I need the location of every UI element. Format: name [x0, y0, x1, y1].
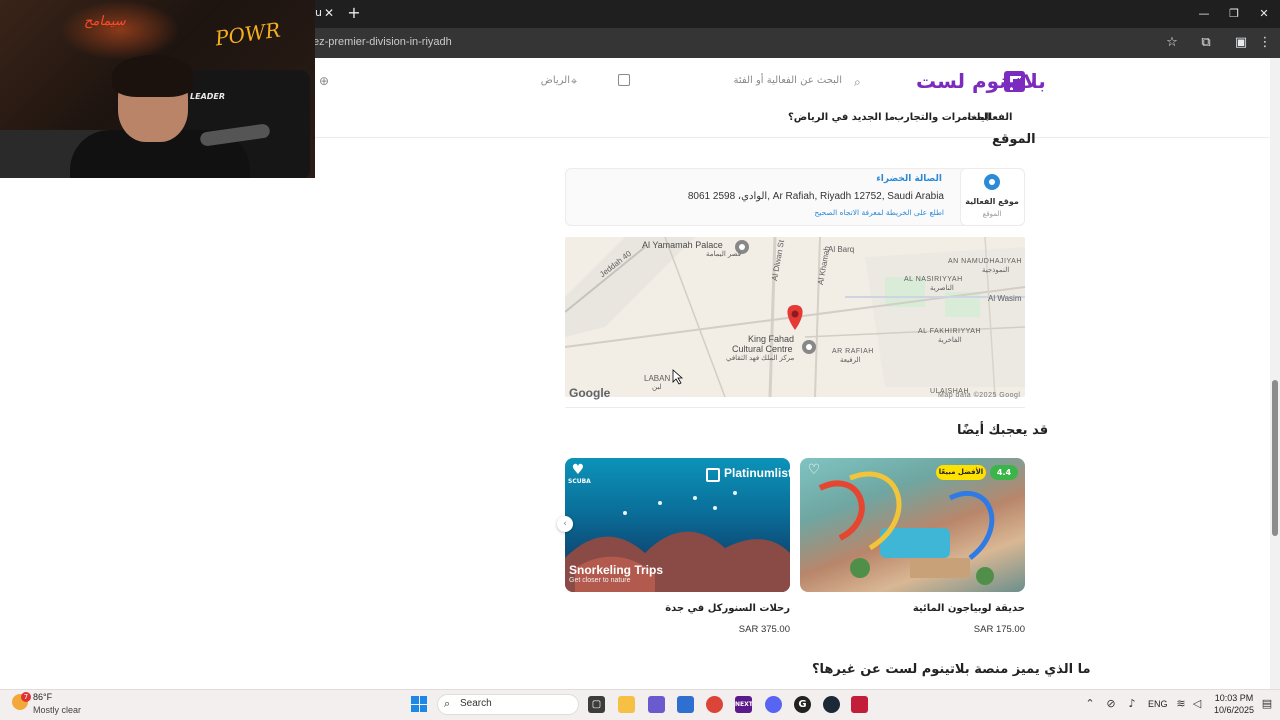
taskbar-search-label: Search	[460, 698, 492, 709]
venue-badge-sub: الموقع	[982, 210, 1002, 218]
chevron-up-icon[interactable]: ⌃	[1083, 697, 1097, 711]
taskbar-clock[interactable]: 10:03 PM 10/6/2025	[1212, 692, 1256, 716]
map-label: AL FAKHIRIYYAH	[918, 328, 982, 335]
scrollbar[interactable]	[1270, 58, 1280, 689]
scrollbar-thumb[interactable]	[1272, 380, 1278, 536]
scuba-label: SCUBA	[568, 478, 591, 485]
map-label: النموذجية	[982, 267, 1010, 274]
search-icon[interactable]: ⌕	[854, 75, 861, 90]
discord-icon[interactable]	[765, 696, 782, 713]
site-logo[interactable]: بلاتينوم لست	[916, 69, 1046, 93]
notification-icon[interactable]: ▤	[1260, 697, 1274, 711]
webcam-chair-brand: LEADER	[190, 92, 226, 101]
nav-adventures[interactable]: المغامرات والتجارب	[894, 112, 991, 123]
globe-icon[interactable]: ⊕	[319, 74, 329, 88]
extensions-icon[interactable]: ⧉	[1197, 35, 1215, 51]
store-icon[interactable]	[677, 696, 694, 713]
map-label: AL NASIRIYYAH	[904, 276, 963, 283]
steam-icon[interactable]	[823, 696, 840, 713]
start-button[interactable]	[411, 696, 427, 712]
map-label: King Fahad	[748, 334, 795, 344]
card-price: SAR 175.00	[973, 624, 1025, 635]
location-title: الموقع	[992, 132, 1036, 147]
location-pin-icon: ⌖	[571, 75, 578, 88]
directions-link[interactable]: اطلع على الخريطة لمعرفة الاتجاه الصحيح	[740, 208, 944, 217]
venue-badge-title: موقع الفعالية	[965, 197, 1019, 206]
divider	[565, 407, 1025, 408]
card-price: SAR 375.00	[738, 624, 790, 635]
map-label: Cultural Centre	[732, 344, 793, 354]
webcam-neon-sign-small: سيمامح	[84, 14, 126, 29]
venue-address: 8061 الوادي، 2598, Ar Rafiah, Riyadh 127…	[687, 191, 944, 202]
location-dot-icon	[984, 174, 1000, 190]
card-title[interactable]: حديقة لوبياجون المائية	[800, 603, 1025, 614]
rating-badge: 4.4	[990, 465, 1018, 480]
profile-icon[interactable]: ▣	[1232, 35, 1250, 51]
webcam-person-hair	[112, 55, 194, 97]
recommend-title: قد يعجبك أيضًا	[957, 423, 1049, 438]
city-selector[interactable]: الرياض	[520, 75, 570, 86]
heart-icon[interactable]: ♡	[806, 462, 822, 478]
next-app-icon[interactable]: NEXT	[735, 696, 753, 713]
star-icon[interactable]: ☆	[1163, 35, 1181, 51]
app-x-icon[interactable]	[851, 696, 868, 713]
map-label: Al Wasim	[988, 294, 1022, 303]
minimize-icon[interactable]: —	[1194, 5, 1214, 23]
calendar-icon[interactable]	[618, 74, 630, 86]
taskbar-search[interactable]	[437, 694, 579, 715]
microphone-icon[interactable]: ♪	[1125, 697, 1139, 711]
map-label: الرفيعة	[840, 357, 861, 364]
clock-date: 10/6/2025	[1213, 705, 1255, 715]
google-logo: Google	[569, 386, 611, 400]
map-label: قصر اليمامة	[706, 251, 742, 258]
map-label: Al Yamamah Palace	[642, 240, 723, 250]
maximize-icon[interactable]: ❐	[1224, 5, 1244, 23]
card-image-subtitle: Get closer to nature	[569, 577, 631, 584]
carousel-prev-icon[interactable]: ‹	[557, 516, 573, 532]
menu-icon[interactable]: ⋮	[1256, 35, 1274, 51]
why-title: ما الذي يميز منصة بلاتينوم لست عن غيرها؟	[812, 662, 1091, 677]
window-close-icon[interactable]: ✕	[1254, 5, 1274, 23]
language-indicator[interactable]: ENG	[1148, 699, 1168, 709]
card-image-water-park[interactable]	[800, 458, 1025, 592]
map-label: Al Barq	[828, 245, 855, 254]
map-label: AR RAFIAH	[832, 348, 874, 355]
map-label: الناصرية	[930, 285, 954, 292]
webcam-neon-sign: POWR	[213, 17, 282, 51]
new-tab-icon[interactable]: +	[344, 3, 364, 23]
nav-whats-new[interactable]: ما الجديد في الرياض؟	[788, 112, 895, 123]
map-label: LABAN	[644, 374, 671, 383]
water-park-illustration	[818, 471, 995, 585]
weather-alert-badge: 7	[21, 692, 31, 702]
weather-desc[interactable]: Mostly clear	[33, 705, 81, 715]
venue-name: الصالة الخضراء	[876, 174, 942, 184]
webcam-light	[60, 0, 180, 60]
webcam-overlay: سيمامح POWR LEADER	[0, 0, 315, 178]
address-bar[interactable]: ez-premier-division-in-riyadh	[313, 36, 452, 48]
map-data-credit: Map data ©2025 Googl	[938, 392, 1021, 399]
best-seller-badge: الأفضل مبيعًا	[936, 465, 986, 480]
task-view-icon[interactable]: ▢	[588, 696, 605, 713]
close-tab-icon[interactable]: ✕	[321, 5, 337, 21]
platinumlist-brand: Platinumlist	[724, 466, 793, 480]
network-icon[interactable]: ⊘	[1104, 697, 1118, 711]
map-label: الفاخرية	[938, 337, 962, 344]
map-label: AN NAMUDHAJIYAH	[948, 258, 1022, 265]
wifi-icon[interactable]: ≋	[1174, 697, 1188, 711]
card-image-title: Snorkeling Trips	[569, 563, 664, 577]
app-g-icon[interactable]: G	[794, 696, 811, 713]
copilot-icon[interactable]	[648, 696, 665, 713]
volume-icon[interactable]: ◁	[1190, 697, 1204, 711]
heart-icon[interactable]: ♥	[570, 462, 586, 478]
map-label: لبن	[652, 384, 662, 391]
search-input[interactable]: البحث عن الفعالية أو الفئة	[680, 75, 842, 86]
search-icon: ⌕	[444, 697, 451, 710]
file-explorer-icon[interactable]	[618, 696, 635, 713]
chrome-icon[interactable]	[706, 696, 723, 713]
map-label: مركز الملك فهد الثقافي	[726, 355, 795, 362]
weather-temp[interactable]: 86°F	[33, 692, 52, 702]
card-title[interactable]: رحلات السنوركل في جدة	[565, 603, 790, 614]
clock-time: 10:03 PM	[1214, 693, 1254, 703]
